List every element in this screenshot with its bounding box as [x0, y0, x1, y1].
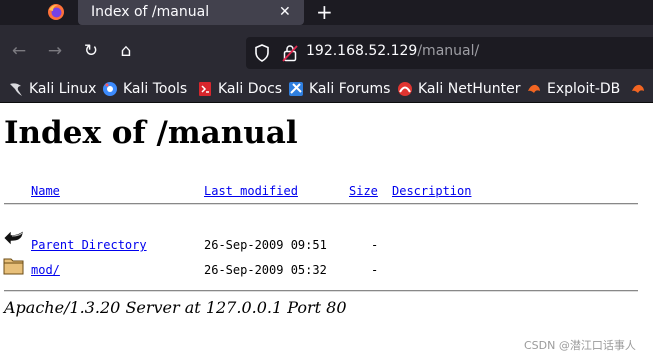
- bookmark-label: Kali Docs: [218, 81, 283, 97]
- reload-button[interactable]: ↻: [81, 41, 101, 61]
- csdn-watermark: CSDN @潜江口话事人: [524, 339, 636, 352]
- tab-close-icon[interactable]: ✕: [279, 4, 291, 20]
- footer-divider: [4, 290, 638, 292]
- forward-button[interactable]: →: [45, 41, 65, 61]
- column-header-last-modified[interactable]: Last modified: [204, 184, 298, 198]
- bookmark-label: Kali Linux: [29, 81, 97, 97]
- home-button[interactable]: ⌂: [116, 41, 136, 61]
- bookmark-kali-docs[interactable]: Kali Docs: [197, 80, 282, 98]
- exploit-db-icon: [528, 84, 540, 93]
- back-arrow-icon[interactable]: [3, 227, 25, 247]
- bookmark-kali-tools[interactable]: Kali Tools: [102, 80, 187, 98]
- bookmark-label: Kali NetHunter: [418, 81, 521, 97]
- kali-nethunter-icon: [398, 82, 412, 96]
- bookmark-exploit-db[interactable]: Exploit-DB: [526, 80, 620, 98]
- page-content: Index of /manual Name Last modified Size…: [0, 104, 653, 359]
- url-path: /manual/: [417, 43, 480, 59]
- tab-strip: Index of /manual ✕ +: [0, 0, 653, 25]
- shield-icon[interactable]: [254, 44, 270, 62]
- kali-forums-icon: [289, 82, 303, 96]
- url-host: 192.168.52.129: [306, 43, 418, 59]
- kali-docs-icon: [199, 82, 211, 96]
- back-button[interactable]: ←: [9, 41, 29, 61]
- firefox-icon[interactable]: [47, 3, 65, 21]
- row-modified: 26-Sep-2009 05:32: [204, 263, 327, 277]
- url-bar[interactable]: 192.168.52.129/manual/: [246, 37, 653, 69]
- row-modified: 26-Sep-2009 09:51: [204, 238, 327, 252]
- exploit-db-icon: [632, 84, 644, 93]
- column-header-size[interactable]: Size: [349, 184, 378, 198]
- bookmark-kali-forums[interactable]: Kali Forums: [288, 80, 390, 98]
- parent-directory-link[interactable]: Parent Directory: [31, 238, 147, 252]
- bookmark-label: Kali Forums: [309, 81, 391, 97]
- navigation-toolbar: ← → ↻ ⌂ 192.168.52.129/manual/: [0, 25, 653, 75]
- column-header-description[interactable]: Description: [392, 184, 471, 198]
- kali-dragon-icon: [10, 83, 22, 96]
- folder-mod-link[interactable]: mod/: [31, 263, 60, 277]
- bookmark-kali-linux[interactable]: Kali Linux: [8, 80, 96, 98]
- row-size: -: [371, 238, 379, 252]
- kali-tools-icon: [103, 82, 117, 96]
- page-title: Index of /manual: [4, 115, 298, 151]
- bookmark-exploit-db-overflow[interactable]: [630, 80, 651, 98]
- url-text[interactable]: 192.168.52.129/manual/: [306, 43, 479, 59]
- tab-index-of-manual[interactable]: Index of /manual ✕: [78, 0, 304, 25]
- bookmarks-toolbar: Kali Linux Kali Tools Kali Docs Kali For…: [0, 75, 653, 103]
- header-divider: [4, 203, 638, 205]
- bookmark-kali-nethunter[interactable]: Kali NetHunter: [397, 80, 520, 98]
- new-tab-button[interactable]: +: [316, 1, 333, 23]
- tab-title: Index of /manual: [91, 4, 210, 20]
- row-size: -: [371, 263, 379, 277]
- bookmark-label: Exploit-DB: [547, 81, 621, 97]
- insecure-lock-icon[interactable]: [282, 44, 298, 62]
- folder-icon[interactable]: [3, 256, 25, 276]
- bookmark-label: Kali Tools: [123, 81, 188, 97]
- column-header-name[interactable]: Name: [31, 184, 60, 198]
- server-signature: Apache/1.3.20 Server at 127.0.0.1 Port 8…: [4, 298, 347, 317]
